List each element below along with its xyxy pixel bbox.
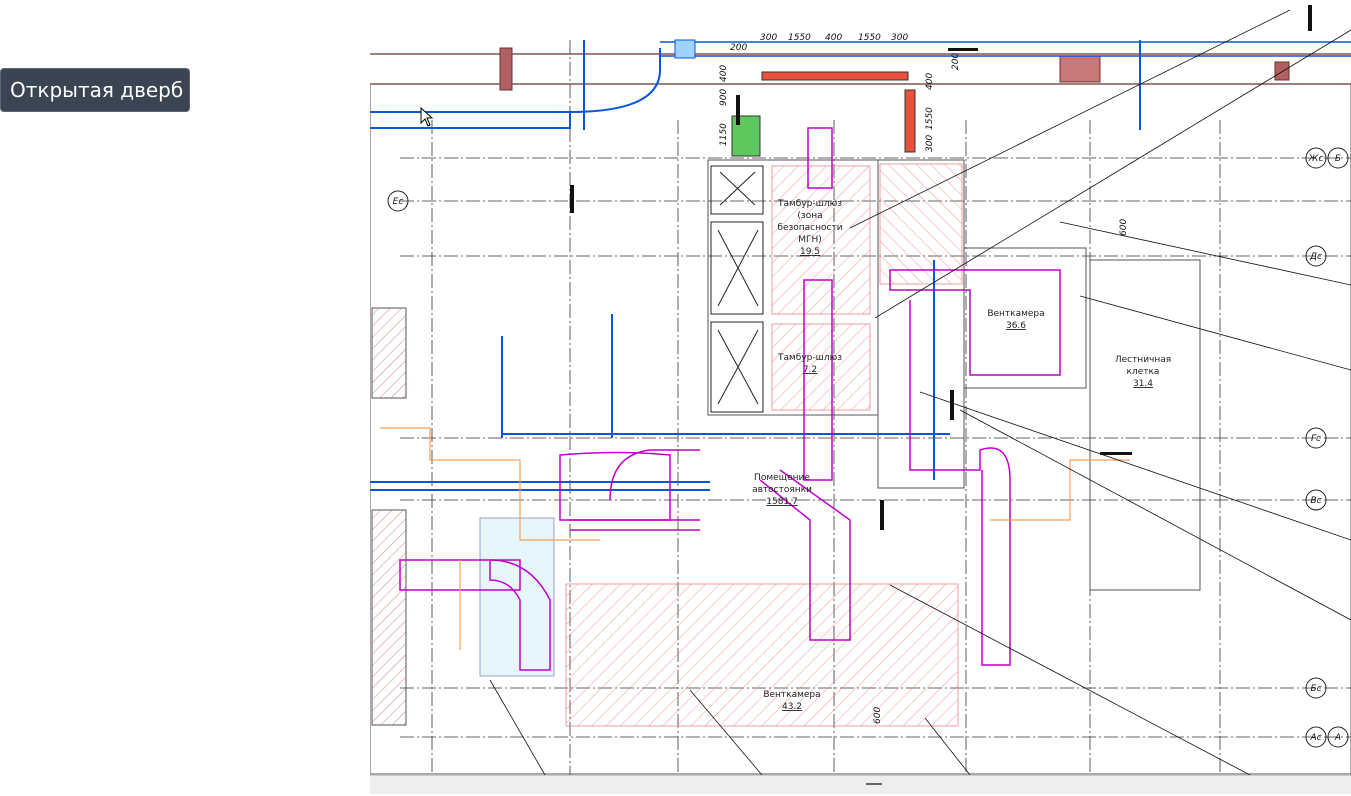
svg-text:7.2: 7.2 xyxy=(803,365,817,375)
dimension-text: 1550 xyxy=(858,33,881,43)
dimension-text: 300 xyxy=(925,135,935,152)
dimension-text: 200 xyxy=(730,43,747,53)
room-ventkamera-1[interactable]: Венткамера 36.6 xyxy=(987,309,1044,331)
svg-text:Б: Б xyxy=(1335,154,1341,164)
dimension-text: 1150 xyxy=(719,123,729,146)
svg-text:Помещение: Помещение xyxy=(754,473,810,483)
blue-ducts xyxy=(370,40,1141,491)
dimension-text: 300 xyxy=(760,33,777,43)
svg-text:Венткамера: Венткамера xyxy=(987,309,1044,319)
svg-text:Вс: Вс xyxy=(1310,496,1321,506)
svg-text:1581.7: 1581.7 xyxy=(766,497,798,507)
svg-text:19.5: 19.5 xyxy=(800,247,820,257)
hatched-zones xyxy=(479,163,963,727)
svg-text:А: А xyxy=(1334,733,1341,743)
dimension-text: 200 xyxy=(951,53,961,70)
svg-text:Тамбур-шлюз: Тамбур-шлюз xyxy=(777,199,842,209)
svg-text:Тамбур-шлюз: Тамбур-шлюз xyxy=(777,353,842,363)
axis-bubble-zhs: Жс xyxy=(1305,147,1327,169)
dimension-text: 1550 xyxy=(925,107,935,130)
svg-text:Ес: Ес xyxy=(393,197,404,207)
svg-text:31.4: 31.4 xyxy=(1133,379,1153,389)
top-duct xyxy=(370,39,1351,157)
svg-text:безопасности: безопасности xyxy=(777,223,842,233)
room-parking[interactable]: Помещение автостоянки 1581.7 xyxy=(752,473,812,507)
horizontal-scrollbar[interactable] xyxy=(370,775,1351,794)
dimension-text: 400 xyxy=(719,65,729,82)
dimension-text: 600 xyxy=(873,707,883,724)
dimension-text: 400 xyxy=(925,73,935,90)
room-stairwell[interactable]: Лестничная клетка 31.4 xyxy=(1115,355,1171,389)
tooltip-open-door: Открытая дверб xyxy=(0,68,190,112)
shafts xyxy=(710,165,764,413)
cad-drawing-canvas[interactable]: 200 300 1550 400 1550 300 200 400 1550 3… xyxy=(370,0,1351,775)
cursor-arrow-icon xyxy=(420,107,434,127)
svg-text:Жс: Жс xyxy=(1308,154,1324,164)
svg-text:Дс: Дс xyxy=(1309,252,1322,262)
dimension-text: 1550 xyxy=(788,33,811,43)
dimension-text: 300 xyxy=(891,33,908,43)
svg-text:Бс: Бс xyxy=(1310,684,1321,694)
dimension-text: 900 xyxy=(719,89,729,106)
svg-text:(зона: (зона xyxy=(797,211,822,221)
svg-text:Лестничная: Лестничная xyxy=(1115,355,1171,365)
svg-text:Ас: Ас xyxy=(1309,733,1321,743)
svg-text:клетка: клетка xyxy=(1127,367,1160,377)
dimension-text: 400 xyxy=(825,33,842,43)
svg-text:автостоянки: автостоянки xyxy=(752,485,812,495)
svg-text:43.2: 43.2 xyxy=(782,702,802,712)
scrollbar-thumb[interactable] xyxy=(866,783,882,785)
svg-text:36.6: 36.6 xyxy=(1006,321,1026,331)
svg-text:МГН): МГН) xyxy=(798,235,822,245)
svg-text:Гс: Гс xyxy=(1311,434,1321,444)
svg-text:Венткамера: Венткамера xyxy=(763,690,820,700)
dimension-text: 600 xyxy=(1119,219,1129,236)
